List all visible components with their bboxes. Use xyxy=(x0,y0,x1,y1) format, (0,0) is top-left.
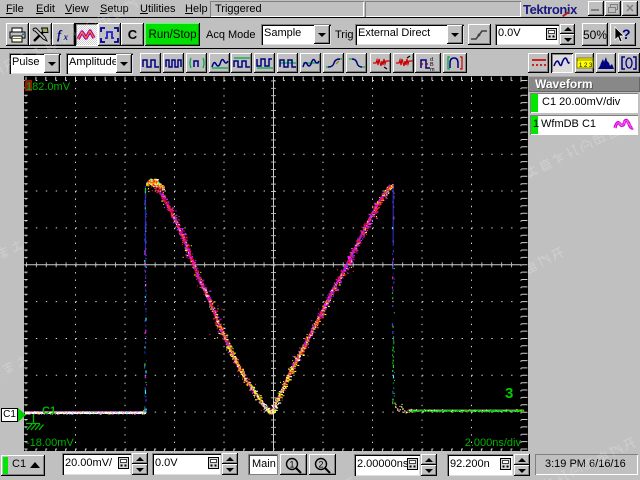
svg-text:2: 2 xyxy=(318,459,323,469)
svg-text:x: x xyxy=(63,32,69,42)
svg-text:182.0mV: 182.0mV xyxy=(26,81,71,93)
svg-text:?: ? xyxy=(622,26,631,42)
svg-text:C1: C1 xyxy=(42,405,56,417)
svg-text:2.000ns/div: 2.000ns/div xyxy=(465,437,522,449)
svg-text:f: f xyxy=(57,27,63,42)
svg-text:-18.00mV: -18.00mV xyxy=(26,437,74,449)
svg-text:1: 1 xyxy=(289,459,294,469)
svg-text:m: m xyxy=(430,67,435,71)
svg-text:1 2 3: 1 2 3 xyxy=(579,63,593,69)
svg-text:3: 3 xyxy=(505,385,513,402)
